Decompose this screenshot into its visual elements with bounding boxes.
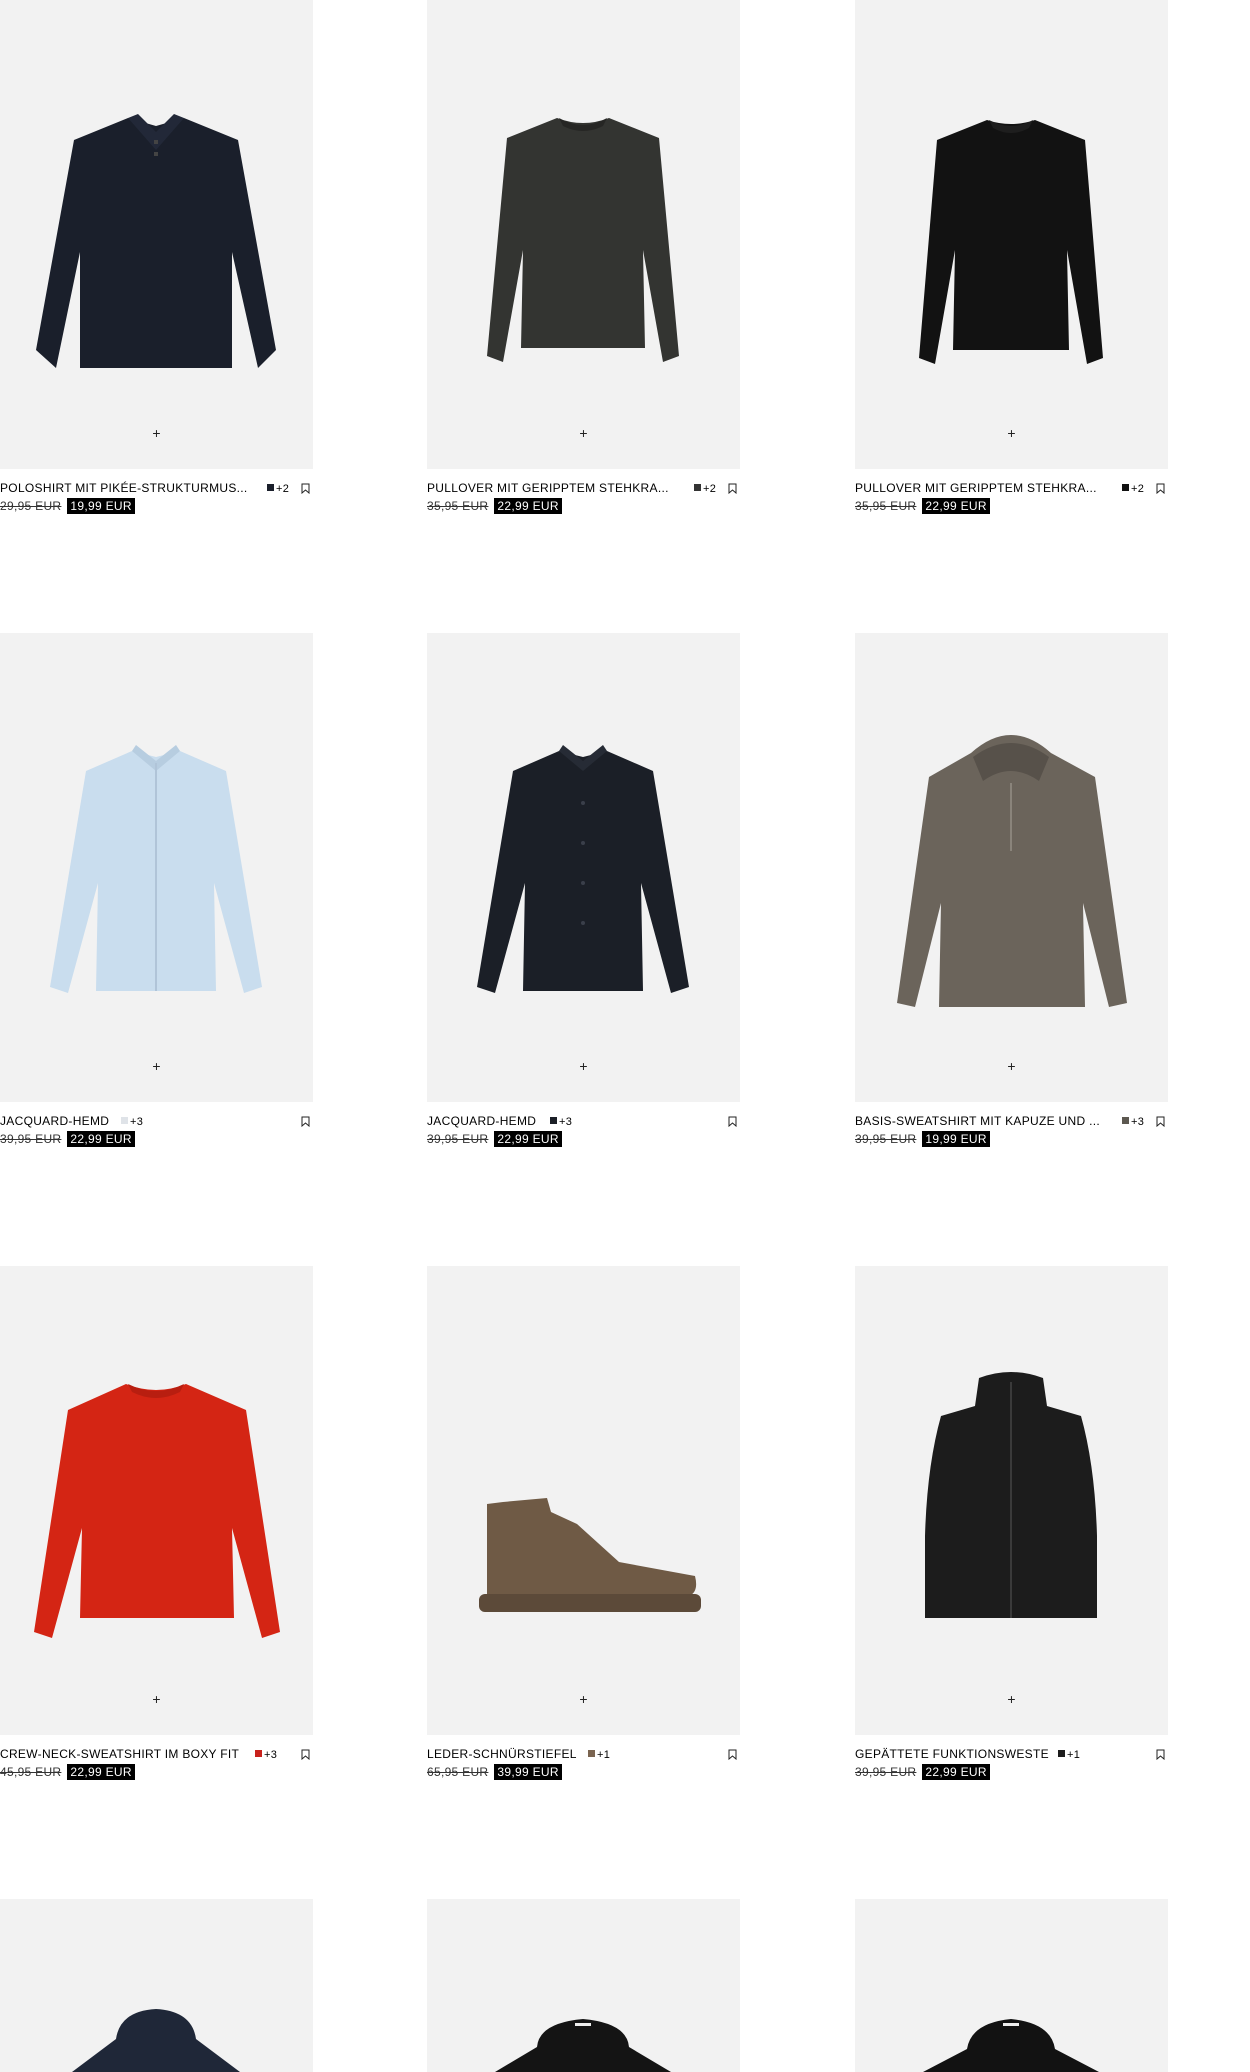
original-price: 39,95 EUR	[0, 1132, 62, 1146]
product-name[interactable]: JACQUARD-HEMD	[427, 1114, 536, 1128]
bookmark-icon[interactable]	[301, 1749, 310, 1760]
original-price: 39,95 EUR	[855, 1765, 917, 1779]
original-price: 35,95 EUR	[427, 499, 489, 513]
sale-price: 39,99 EUR	[494, 1764, 562, 1780]
original-price: 65,95 EUR	[427, 1765, 489, 1779]
product-name[interactable]: POLOSHIRT MIT PIKÉE-STRUKTURMUS...	[0, 481, 248, 495]
sale-price: 22,99 EUR	[922, 1764, 990, 1780]
color-swatch[interactable]	[550, 1117, 557, 1124]
sweater-image	[919, 120, 1103, 364]
polo-shirt-image	[36, 114, 276, 368]
more-colors-count: +3	[559, 1116, 573, 1128]
product-name[interactable]: BASIS-SWEATSHIRT MIT KAPUZE UND ...	[855, 1114, 1100, 1128]
add-to-cart-button[interactable]: +	[1003, 1058, 1020, 1075]
color-swatch[interactable]	[694, 484, 701, 491]
product-image[interactable]	[855, 1899, 1168, 2072]
product-image[interactable]	[427, 1899, 740, 2072]
color-swatch[interactable]	[255, 1750, 262, 1757]
bookmark-icon[interactable]	[1156, 1116, 1165, 1127]
add-to-cart-button[interactable]: +	[1003, 1691, 1020, 1708]
add-to-cart-button[interactable]: +	[1003, 425, 1020, 442]
product-image[interactable]: +	[427, 0, 740, 469]
color-swatch[interactable]	[1122, 1117, 1129, 1124]
color-swatch[interactable]	[121, 1117, 128, 1124]
product-image[interactable]: +	[0, 633, 313, 1102]
product-name[interactable]: JACQUARD-HEMD	[0, 1114, 109, 1128]
more-colors-count: +2	[276, 483, 290, 495]
sale-price: 22,99 EUR	[67, 1764, 135, 1780]
bookmark-icon[interactable]	[728, 483, 737, 494]
original-price: 29,95 EUR	[0, 499, 62, 513]
bookmark-icon[interactable]	[728, 1116, 737, 1127]
bookmark-icon[interactable]	[301, 483, 310, 494]
color-swatch[interactable]	[1058, 1750, 1065, 1757]
product-image[interactable]: +	[427, 633, 740, 1102]
add-to-cart-button[interactable]: +	[148, 425, 165, 442]
vest-image	[925, 1372, 1097, 1618]
sweater-image	[72, 2009, 240, 2072]
original-price: 35,95 EUR	[855, 499, 917, 513]
more-colors-count: +3	[264, 1749, 278, 1761]
add-to-cart-button[interactable]: +	[575, 1058, 592, 1075]
more-colors-count: +1	[597, 1749, 611, 1761]
bookmark-icon[interactable]	[1156, 483, 1165, 494]
product-name[interactable]: CREW-NECK-SWEATSHIRT IM BOXY FIT	[0, 1747, 239, 1761]
more-colors-count: +2	[703, 483, 717, 495]
product-image[interactable]: +	[427, 1266, 740, 1735]
sale-price: 22,99 EUR	[922, 498, 990, 514]
add-to-cart-button[interactable]: +	[575, 1691, 592, 1708]
product-image[interactable]: +	[855, 633, 1168, 1102]
color-swatch[interactable]	[588, 1750, 595, 1757]
boot-image	[479, 1498, 701, 1612]
product-image[interactable]	[0, 1899, 313, 2072]
shirt-image	[50, 745, 262, 993]
sweatshirt-image	[34, 1384, 280, 1638]
product-name[interactable]: PULLOVER MIT GERIPPTEM STEHKRA...	[855, 481, 1097, 495]
original-price: 39,95 EUR	[855, 1132, 917, 1146]
bookmark-icon[interactable]	[1156, 1749, 1165, 1760]
product-image[interactable]: +	[855, 1266, 1168, 1735]
bookmark-icon[interactable]	[728, 1749, 737, 1760]
sweater-image	[487, 118, 679, 362]
add-to-cart-button[interactable]: +	[575, 425, 592, 442]
sale-price: 22,99 EUR	[494, 498, 562, 514]
product-image[interactable]: +	[855, 0, 1168, 469]
add-to-cart-button[interactable]: +	[148, 1691, 165, 1708]
sweater-image	[923, 2019, 1099, 2072]
more-colors-count: +3	[1131, 1116, 1145, 1128]
bookmark-icon[interactable]	[301, 1116, 310, 1127]
color-swatch[interactable]	[267, 484, 274, 491]
hoodie-image	[897, 735, 1127, 1007]
sale-price: 22,99 EUR	[67, 1131, 135, 1147]
original-price: 45,95 EUR	[0, 1765, 62, 1779]
shirt-image	[477, 745, 689, 993]
sale-price: 22,99 EUR	[494, 1131, 562, 1147]
sale-price: 19,99 EUR	[922, 1131, 990, 1147]
more-colors-count: +1	[1067, 1749, 1081, 1761]
more-colors-count: +3	[130, 1116, 144, 1128]
original-price: 39,95 EUR	[427, 1132, 489, 1146]
polo-shirt-image	[495, 2019, 671, 2072]
product-image[interactable]: +	[0, 0, 313, 469]
sale-price: 19,99 EUR	[67, 498, 135, 514]
product-name[interactable]: PULLOVER MIT GERIPPTEM STEHKRA...	[427, 481, 669, 495]
product-image[interactable]: +	[0, 1266, 313, 1735]
product-name[interactable]: GEPÄTTETE FUNKTIONSWESTE	[855, 1747, 1049, 1761]
product-name[interactable]: LEDER-SCHNÜRSTIEFEL	[427, 1747, 577, 1761]
add-to-cart-button[interactable]: +	[148, 1058, 165, 1075]
more-colors-count: +2	[1131, 483, 1145, 495]
color-swatch[interactable]	[1122, 484, 1129, 491]
